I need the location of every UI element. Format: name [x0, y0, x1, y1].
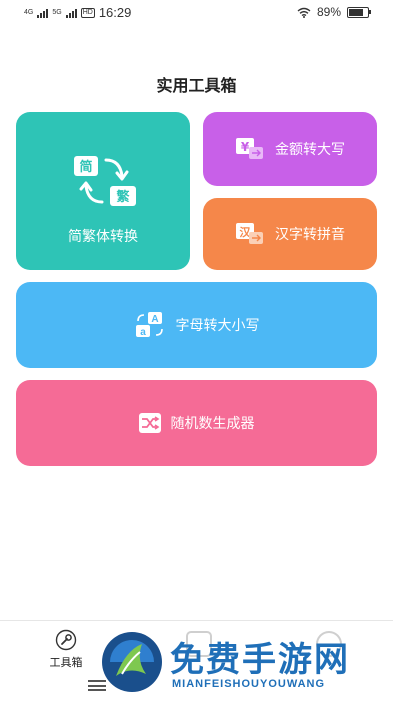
convert-card[interactable]: 简 繁 简繁体转换: [16, 112, 190, 270]
shuffle-icon: [138, 413, 161, 433]
tab-tools-label: 工具箱: [49, 656, 83, 669]
wifi-icon: [297, 7, 311, 18]
convert-icon-traditional: 繁: [116, 189, 130, 205]
watermark: 免费手游网 MIANFEISHOUYOUWANG: [96, 628, 388, 698]
money-card[interactable]: ¥ 金额转大写: [203, 112, 377, 186]
convert-icon-simplified: 简: [79, 159, 92, 175]
random-card[interactable]: 随机数生成器: [16, 380, 377, 466]
watermark-title: 免费手游网: [170, 640, 350, 680]
letter-case-label: 字母转大小写: [175, 318, 260, 334]
convert-icon: 简 繁: [74, 156, 136, 206]
letter-case-card[interactable]: A a 字母转大小写: [16, 282, 377, 368]
network-4g-label: 4G: [24, 9, 34, 16]
page-title: 实用工具箱: [156, 76, 237, 95]
convert-label: 简繁体转换: [68, 229, 138, 245]
signal-icon-2: [65, 8, 77, 18]
status-right: 89%: [297, 5, 371, 19]
battery-percent: 89%: [316, 5, 341, 19]
status-left: 4G 5G HD 16:29: [24, 5, 131, 20]
letter-case-icon: A a: [135, 312, 163, 338]
letter-case-icon-lower: a: [140, 327, 146, 338]
pinyin-label: 汉字转拼音: [275, 227, 345, 243]
money-label: 金额转大写: [275, 142, 345, 158]
pinyin-icon: 汉: [236, 223, 263, 244]
letter-case-icon-upper: A: [151, 314, 158, 325]
money-icon: ¥: [236, 138, 263, 159]
battery-icon: [347, 6, 371, 18]
battery-fill: [349, 8, 364, 16]
hd-badge: HD: [80, 7, 95, 18]
network-5g-label: 5G: [52, 9, 62, 16]
wrench-icon: [55, 629, 77, 651]
watermark-subtitle: MIANFEISHOUYOUWANG: [172, 678, 326, 690]
money-icon-symbol: ¥: [241, 140, 250, 154]
status-time: 16:29: [98, 5, 132, 20]
tab-tools[interactable]: 工具箱: [36, 629, 96, 670]
status-bar: 4G 5G HD 16:29 89%: [0, 0, 393, 26]
random-label: 随机数生成器: [170, 416, 255, 432]
pinyin-card[interactable]: 汉 汉字转拼音: [203, 198, 377, 270]
watermark-logo: [102, 632, 162, 692]
signal-icon: [37, 8, 49, 18]
